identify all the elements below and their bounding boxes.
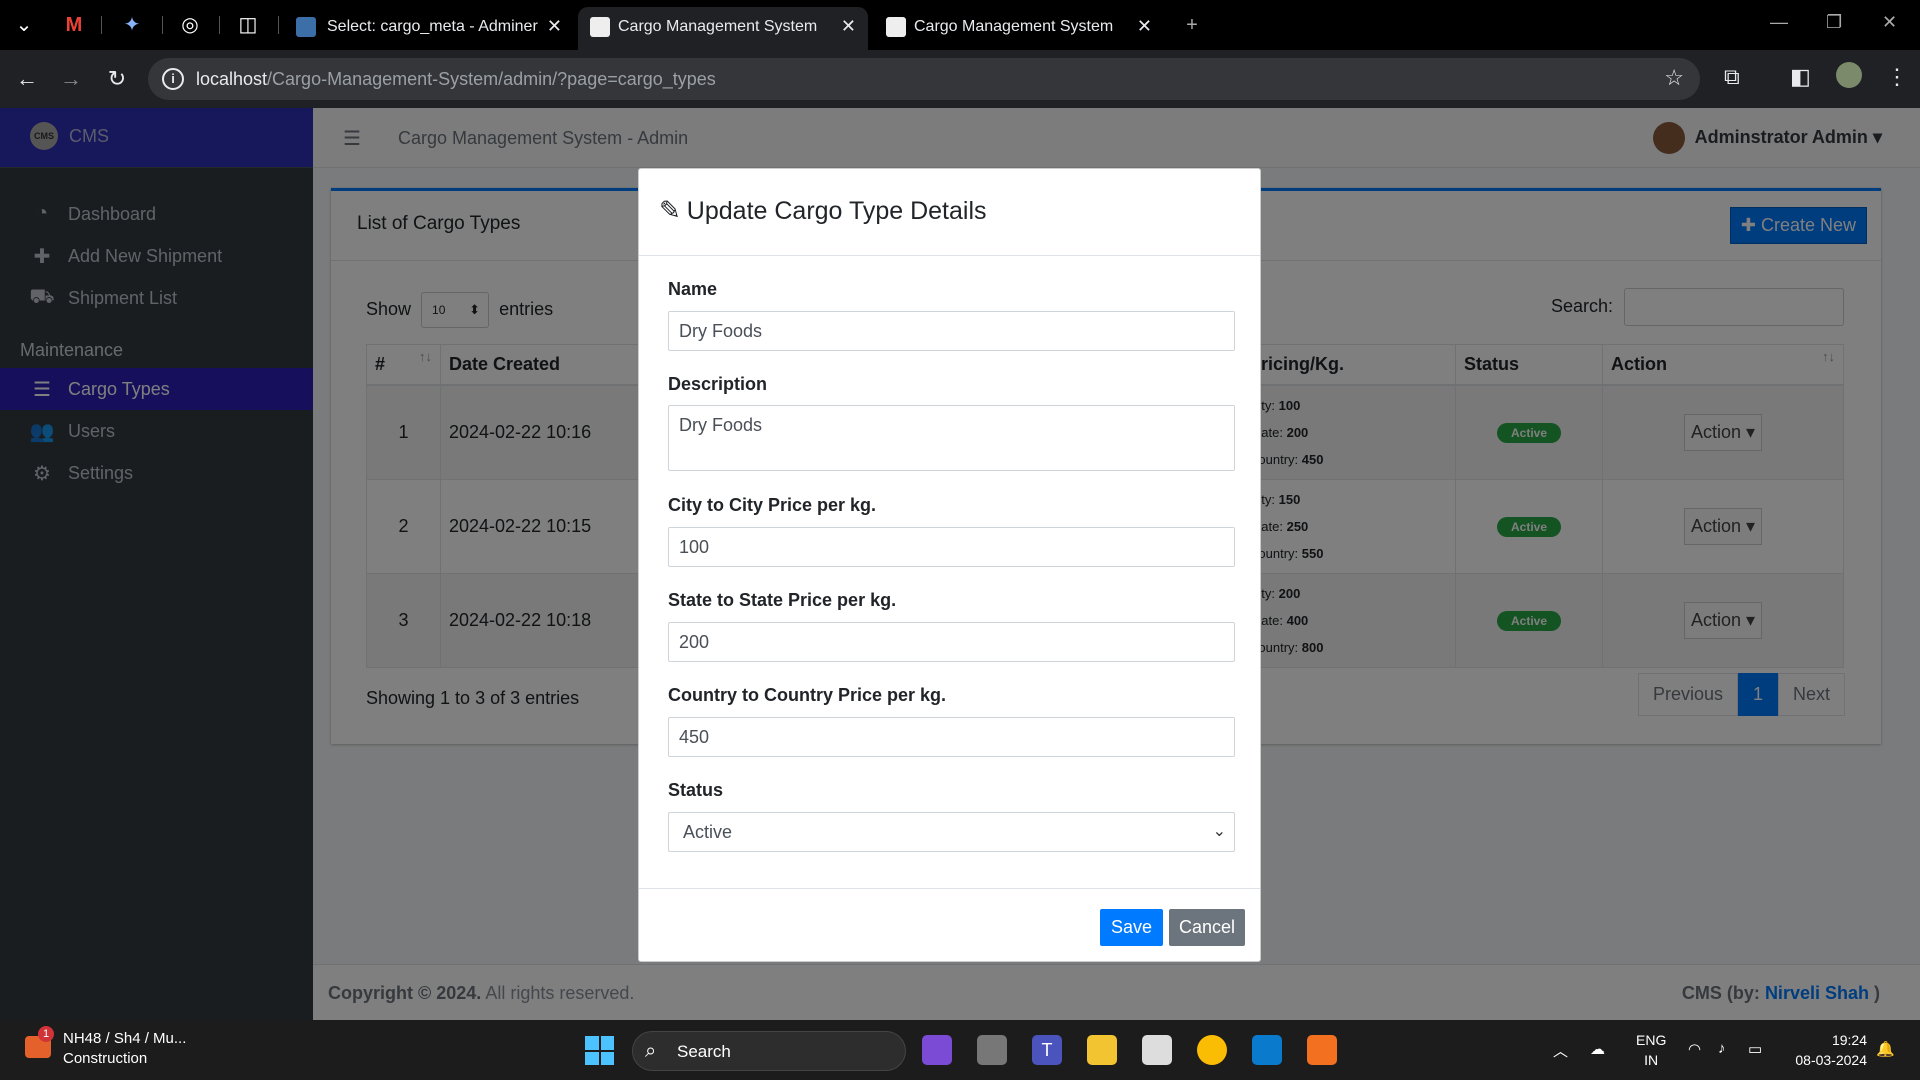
- tab-cargo[interactable]: Cargo Management System ✕: [874, 7, 1164, 50]
- search-label: Search: [677, 1042, 731, 1061]
- chevron-down-icon: ⌄: [1212, 823, 1226, 840]
- snipping-tool-icon[interactable]: [1142, 1035, 1172, 1065]
- clock[interactable]: 19:24 08-03-2024: [1783, 1030, 1867, 1070]
- windows-taskbar: 1 NH48 / Sh4 / Mu... Construction ⌕ Sear…: [0, 1020, 1920, 1080]
- country-price-label: Country to Country Price per kg.: [668, 685, 947, 705]
- menu-kebab-icon[interactable]: ⋮: [1886, 64, 1908, 90]
- widget-subtitle: Construction: [63, 1050, 148, 1067]
- modal-header: ✎ Update Cargo Type Details: [639, 169, 1260, 256]
- tab-title: Cargo Management System: [618, 18, 818, 35]
- site-info-icon[interactable]: i: [162, 68, 184, 90]
- state-price-label: State to State Price per kg.: [668, 590, 897, 610]
- teams-app-icon[interactable]: T: [1032, 1035, 1062, 1065]
- tab-title: Select: cargo_meta - Adminer: [327, 18, 538, 35]
- show-hidden-icons-icon[interactable]: ︿: [1553, 1040, 1568, 1061]
- tab-separator: [219, 16, 220, 34]
- tab-separator: [162, 16, 163, 34]
- close-window-icon[interactable]: ✕: [1882, 12, 1897, 33]
- chatgpt-pinned-tab-icon[interactable]: ◎: [178, 13, 202, 37]
- modal-footer: Save Cancel: [639, 888, 1260, 962]
- tab-separator: [101, 16, 102, 34]
- edit-icon: ✎: [659, 195, 681, 225]
- city-price-label: City to City Price per kg.: [668, 495, 877, 515]
- description-label: Description: [668, 374, 768, 394]
- name-label: Name: [668, 279, 718, 299]
- status-select[interactable]: Active ⌄: [668, 812, 1235, 852]
- tab-search-icon[interactable]: ⌄: [12, 13, 36, 37]
- browser-tab-bar: ⌄ M ✦ ◎ ◫ Select: cargo_meta - Adminer ✕…: [0, 0, 1920, 50]
- save-button[interactable]: Save: [1100, 909, 1164, 946]
- close-tab-icon[interactable]: ✕: [841, 16, 856, 37]
- adminer-favicon-icon: [296, 17, 316, 37]
- profile-avatar[interactable]: [1836, 62, 1862, 88]
- copilot-app-icon[interactable]: [922, 1035, 952, 1065]
- minimize-icon[interactable]: —: [1770, 12, 1788, 33]
- city-price-input[interactable]: 100: [668, 527, 1235, 567]
- close-tab-icon[interactable]: ✕: [547, 16, 562, 37]
- state-price-input[interactable]: 200: [668, 622, 1235, 662]
- tab-separator: [278, 16, 279, 34]
- close-tab-icon[interactable]: ✕: [1137, 16, 1152, 37]
- url-text: localhost/Cargo-Management-System/admin/…: [196, 69, 716, 89]
- tab-cargo-active[interactable]: Cargo Management System ✕: [578, 7, 868, 50]
- notification-bell-icon[interactable]: 🔔: [1876, 1040, 1895, 1058]
- xampp-app-icon[interactable]: [1307, 1035, 1337, 1065]
- reload-icon[interactable]: ↻: [104, 66, 130, 92]
- vscode-app-icon[interactable]: [1252, 1035, 1282, 1065]
- address-bar[interactable]: i localhost/Cargo-Management-System/admi…: [148, 58, 1700, 100]
- language-indicator[interactable]: ENG IN: [1636, 1030, 1666, 1070]
- onedrive-icon[interactable]: ☁: [1590, 1040, 1605, 1058]
- task-view-icon[interactable]: [977, 1035, 1007, 1065]
- gemini-pinned-tab-icon[interactable]: ✦: [120, 13, 144, 37]
- cancel-button[interactable]: Cancel: [1169, 909, 1246, 946]
- cms-favicon-icon: [590, 17, 610, 37]
- widget-title: NH48 / Sh4 / Mu...: [63, 1030, 187, 1047]
- forward-icon[interactable]: →: [58, 66, 84, 92]
- extensions-icon[interactable]: ⧉: [1724, 64, 1740, 90]
- volume-icon[interactable]: ♪: [1718, 1040, 1726, 1057]
- pinned-tab-icon[interactable]: ◫: [236, 13, 260, 37]
- file-explorer-icon[interactable]: [1087, 1035, 1117, 1065]
- search-icon: ⌕: [645, 1040, 657, 1062]
- back-icon[interactable]: ←: [14, 66, 40, 92]
- modal-title: ✎ Update Cargo Type Details: [659, 195, 987, 225]
- update-cargo-type-modal: ✎ Update Cargo Type Details Name Dry Food…: [638, 168, 1261, 962]
- new-tab-icon[interactable]: +: [1180, 13, 1204, 37]
- battery-icon[interactable]: ▭: [1748, 1040, 1762, 1058]
- description-textarea[interactable]: Dry Foods: [668, 405, 1235, 471]
- notification-badge: 1: [38, 1026, 54, 1042]
- status-label: Status: [668, 780, 724, 800]
- name-input[interactable]: Dry Foods: [668, 311, 1235, 351]
- side-panel-icon[interactable]: ◧: [1790, 64, 1811, 90]
- bookmark-star-icon[interactable]: ☆: [1664, 65, 1684, 91]
- taskbar-search[interactable]: ⌕ Search: [632, 1031, 906, 1071]
- gmail-pinned-tab-icon[interactable]: M: [62, 13, 86, 37]
- tab-adminer[interactable]: Select: cargo_meta - Adminer ✕: [284, 7, 574, 50]
- restore-icon[interactable]: ❐: [1826, 12, 1842, 33]
- browser-toolbar: ← → ↻ i localhost/Cargo-Management-Syste…: [0, 50, 1920, 108]
- cms-favicon-icon: [886, 17, 906, 37]
- windows-start-icon[interactable]: [585, 1036, 614, 1065]
- chrome-app-icon[interactable]: [1197, 1035, 1227, 1065]
- wifi-icon[interactable]: ◠: [1688, 1040, 1701, 1058]
- country-price-input[interactable]: 450: [668, 717, 1235, 757]
- tab-title: Cargo Management System: [914, 18, 1114, 35]
- web-page: CMS CMS ◔ Dashboard ✚ Add New Shipment ⛟…: [0, 108, 1920, 1020]
